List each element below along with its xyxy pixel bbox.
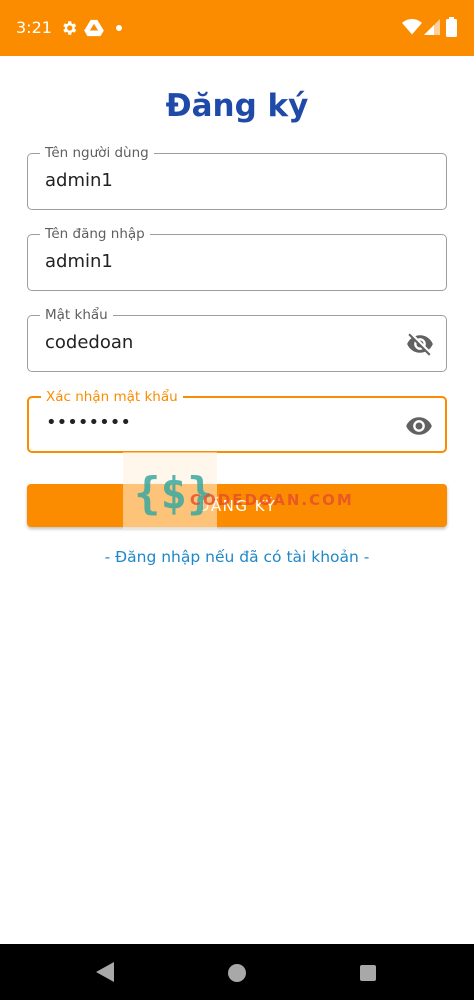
confirm-password-field[interactable]: Xác nhận mật khẩu ••••••••	[27, 388, 447, 453]
home-icon[interactable]	[228, 964, 246, 982]
back-icon[interactable]	[96, 962, 114, 982]
confirm-password-label: Xác nhận mật khẩu	[41, 388, 183, 406]
wifi-icon	[402, 19, 422, 35]
password-field[interactable]: Mật khẩu codedoan	[27, 306, 447, 372]
password-label: Mật khẩu	[40, 306, 113, 324]
page-title: Đăng ký	[165, 88, 309, 124]
login-name-field[interactable]: Tên đăng nhập admin1	[27, 225, 447, 291]
confirm-password-value: ••••••••	[46, 412, 131, 433]
username-label: Tên người dùng	[40, 144, 154, 162]
login-name-label: Tên đăng nhập	[40, 225, 150, 243]
gear-icon	[63, 21, 77, 35]
login-link[interactable]: - Đăng nhập nếu đã có tài khoản -	[0, 548, 474, 566]
username-field[interactable]: Tên người dùng admin1	[27, 144, 447, 210]
drive-icon	[84, 19, 104, 37]
username-value: admin1	[45, 170, 113, 191]
recents-icon[interactable]	[360, 965, 376, 981]
register-screen: 3:21 Đăng ký Tên người dùng admin1 Tên đ…	[0, 0, 474, 1000]
watermark-text: CODEDOAN.COM	[190, 491, 354, 509]
status-bar: 3:21	[0, 0, 474, 56]
signal-icon	[424, 19, 440, 35]
status-time: 3:21	[16, 18, 52, 37]
battery-icon	[446, 17, 457, 37]
login-name-value: admin1	[45, 251, 113, 272]
eye-off-icon[interactable]	[406, 330, 434, 358]
password-value: codedoan	[45, 332, 134, 353]
eye-icon[interactable]	[405, 412, 433, 440]
notification-dot-icon	[116, 25, 122, 31]
